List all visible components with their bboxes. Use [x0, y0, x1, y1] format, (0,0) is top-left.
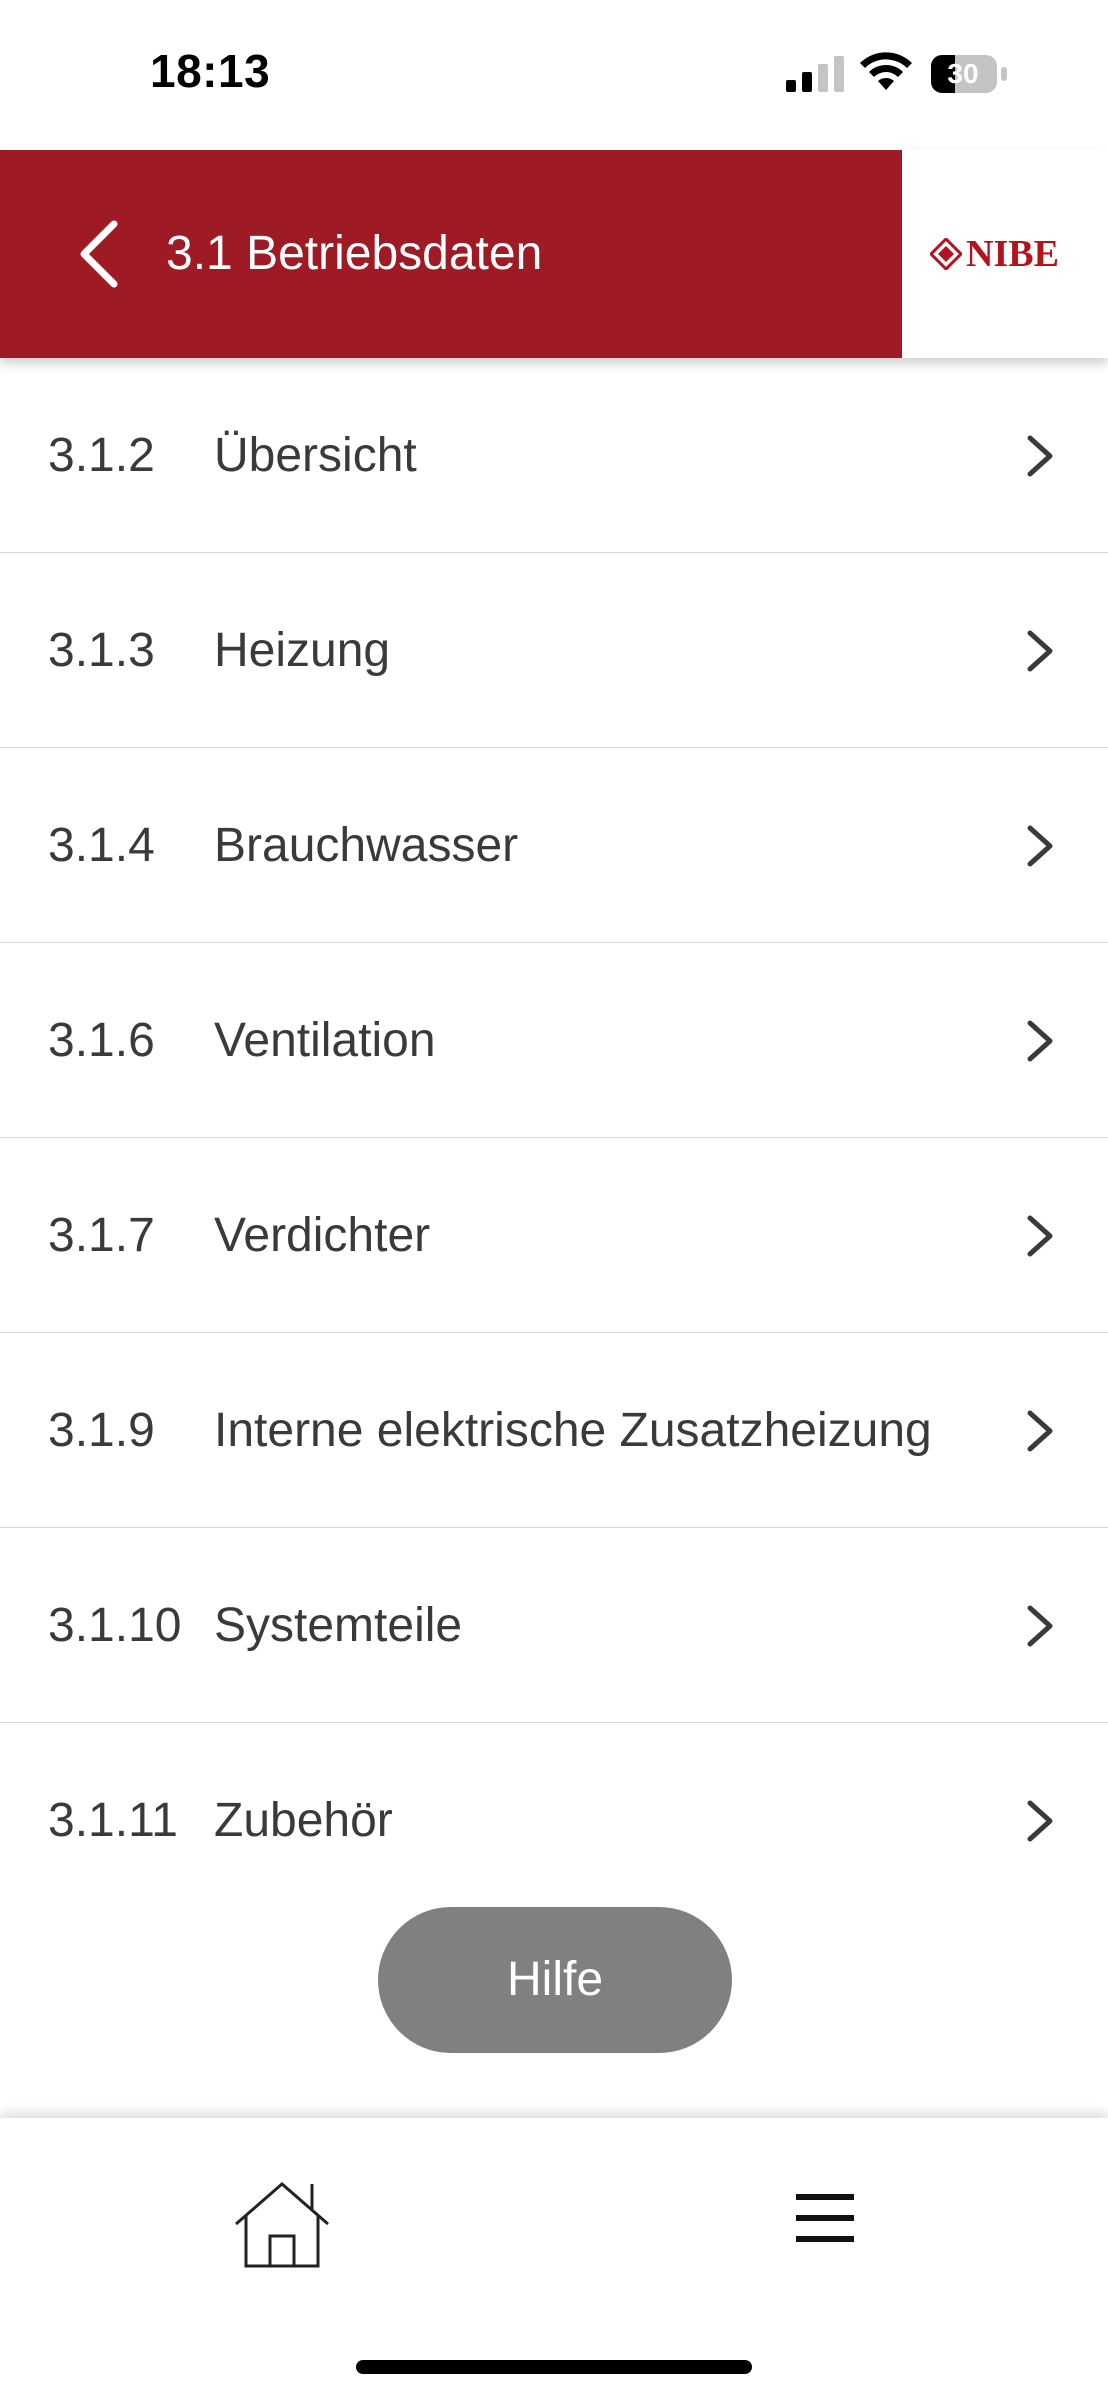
item-number: 3.1.2 — [48, 429, 155, 482]
page-title: 3.1 Betriebsdaten — [166, 227, 543, 280]
item-label: Systemteile — [214, 1599, 463, 1652]
item-label: Interne elektrische Zusatzheizung — [214, 1404, 932, 1457]
item-number: 3.1.4 — [48, 819, 155, 872]
list-item-internal-electric-heater[interactable]: 3.1.9 Interne elektrische Zusatzheizung — [0, 1333, 1108, 1528]
chevron-right-icon — [1027, 1020, 1053, 1062]
item-label: Ventilation — [214, 1014, 436, 1067]
battery-icon: 30 — [930, 54, 1012, 94]
item-number: 3.1.3 — [48, 624, 155, 677]
item-number: 3.1.9 — [48, 1404, 155, 1457]
list-item-accessories[interactable]: 3.1.11 Zubehör — [0, 1723, 1108, 1918]
wifi-icon — [860, 52, 912, 90]
app-header: 3.1 Betriebsdaten NIBE — [0, 150, 1108, 358]
chevron-right-icon — [1027, 1800, 1053, 1842]
back-button[interactable] — [62, 214, 142, 294]
bottom-nav — [0, 2118, 1108, 2400]
list-item-ventilation[interactable]: 3.1.6 Ventilation — [0, 943, 1108, 1138]
status-time: 18:13 — [150, 45, 271, 97]
signal-icon — [786, 56, 844, 92]
menu-list: 3.1.2 Übersicht 3.1.3 Heizung 3.1.4 Brau… — [0, 358, 1108, 1918]
list-item-system-components[interactable]: 3.1.10 Systemteile — [0, 1528, 1108, 1723]
list-item-heating[interactable]: 3.1.3 Heizung — [0, 553, 1108, 748]
item-label: Zubehör — [214, 1794, 393, 1847]
item-number: 3.1.11 — [48, 1794, 178, 1847]
chevron-right-icon — [1027, 1410, 1053, 1452]
app-screen: 18:13 30 3.1 Betriebsdaten NIBE 3.1.2 Üb… — [0, 0, 1108, 2400]
chevron-right-icon — [1027, 435, 1053, 477]
chevron-right-icon — [1027, 630, 1053, 672]
item-number: 3.1.6 — [48, 1014, 155, 1067]
home-icon[interactable] — [232, 2178, 332, 2270]
chevron-right-icon — [1027, 825, 1053, 867]
hamburger-menu-icon[interactable] — [794, 2190, 856, 2246]
home-indicator[interactable] — [356, 2360, 752, 2374]
list-item-overview[interactable]: 3.1.2 Übersicht — [0, 358, 1108, 553]
item-number: 3.1.7 — [48, 1209, 155, 1262]
header-title-bar: 3.1 Betriebsdaten — [0, 150, 902, 358]
chevron-right-icon — [1027, 1215, 1053, 1257]
item-label: Heizung — [214, 624, 391, 677]
item-number: 3.1.10 — [48, 1599, 182, 1652]
chevron-right-icon — [1027, 1605, 1053, 1647]
logo-text: NIBE — [966, 233, 1059, 275]
item-label: Verdichter — [214, 1209, 431, 1262]
help-button[interactable]: Hilfe — [378, 1907, 732, 2053]
status-bar: 18:13 30 — [0, 0, 1108, 150]
nibe-logo: NIBE — [930, 232, 1070, 276]
item-label: Brauchwasser — [214, 819, 519, 872]
item-label: Übersicht — [214, 429, 417, 482]
battery-level: 30 — [947, 58, 979, 89]
chevron-left-icon — [80, 220, 118, 288]
nibe-logo-mark-icon — [930, 238, 962, 270]
list-item-hot-water[interactable]: 3.1.4 Brauchwasser — [0, 748, 1108, 943]
list-item-compressor[interactable]: 3.1.7 Verdichter — [0, 1138, 1108, 1333]
